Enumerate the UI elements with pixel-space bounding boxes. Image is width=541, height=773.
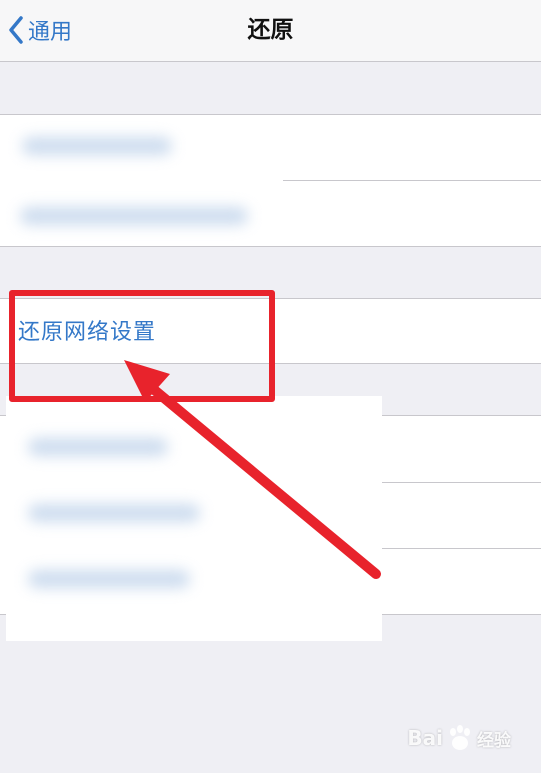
annotation-highlight-box bbox=[9, 290, 275, 402]
list-item[interactable] bbox=[0, 416, 541, 482]
settings-group-1 bbox=[0, 114, 541, 247]
watermark-suffix: 经验 bbox=[477, 730, 511, 751]
settings-group-3 bbox=[0, 396, 541, 641]
baidu-watermark: Bai 经验 bbox=[407, 723, 511, 753]
navigation-bar: 通用 还原 bbox=[0, 0, 541, 62]
list-item[interactable] bbox=[0, 549, 541, 615]
watermark-brand: Bai bbox=[407, 726, 443, 750]
paw-logo-icon bbox=[450, 725, 470, 750]
page-title: 还原 bbox=[247, 17, 294, 43]
list-item[interactable] bbox=[0, 181, 541, 247]
list-item[interactable] bbox=[0, 115, 541, 180]
list-item[interactable] bbox=[0, 483, 541, 548]
